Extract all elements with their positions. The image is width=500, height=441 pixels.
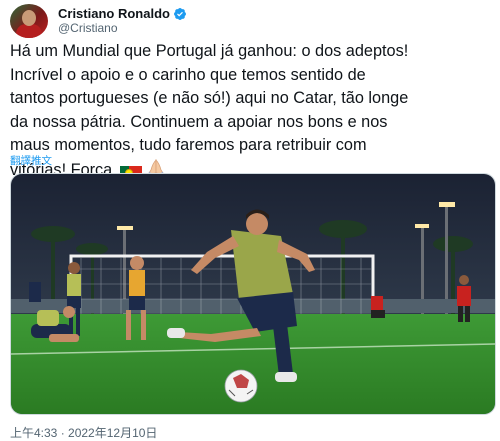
verified-badge-icon (173, 7, 186, 20)
avatar[interactable] (10, 4, 48, 38)
author-handle[interactable]: @Cristiano (58, 21, 187, 36)
tweet: Cristiano Ronaldo @Cristiano Há um Mundi… (0, 0, 500, 440)
tweet-line: da nossa pátria. Continuem a apoiar nos … (10, 112, 388, 131)
tweet-header: Cristiano Ronaldo @Cristiano (10, 4, 187, 38)
tweet-line: Incrível o apoio e o carinho que temos s… (10, 65, 366, 84)
training-photo-illustration (11, 174, 495, 414)
tweet-text: Há um Mundial que Portugal já ganhou: o … (10, 40, 496, 186)
tweet-timestamp[interactable]: 上午4:33 · 2022年12月10日 (10, 424, 157, 441)
tweet-line: maus momentos, tudo faremos para retribu… (10, 136, 367, 155)
tweet-photo[interactable] (10, 173, 496, 415)
translate-tweet-link[interactable]: 翻譯推文 (10, 153, 52, 168)
author-display-name[interactable]: Cristiano Ronaldo (58, 6, 170, 21)
tweet-line: tantos portugueses (e não só!) aqui no C… (10, 89, 409, 108)
tweet-line: Há um Mundial que Portugal já ganhou: o … (10, 42, 409, 60)
author-names: Cristiano Ronaldo @Cristiano (58, 6, 187, 36)
